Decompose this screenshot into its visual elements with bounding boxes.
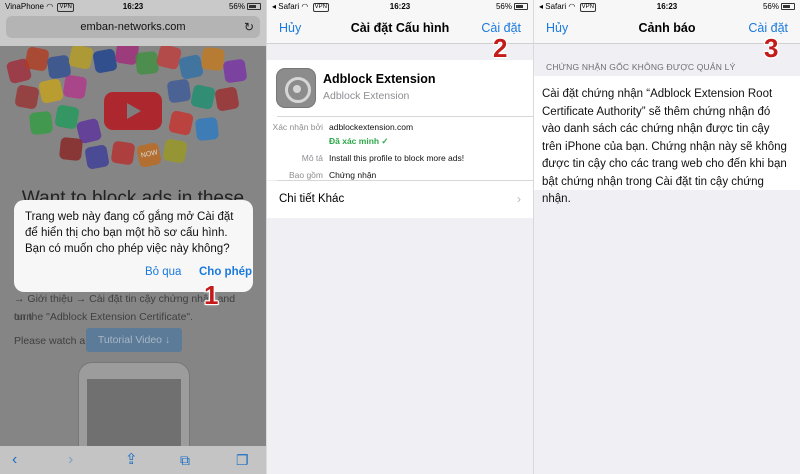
back-arrow-icon[interactable]: ‹	[12, 450, 17, 470]
share-icon[interactable]: ⇪	[125, 450, 138, 470]
tutorial-video-button[interactable]: Tutorial Video ↓	[86, 328, 182, 352]
battery-status: 56%	[763, 0, 795, 13]
reload-icon[interactable]: ↻	[244, 16, 254, 38]
youtube-logo	[104, 92, 162, 130]
safari-panel: VinaPhone ◠ VPN 16:23 56% emban-networks…	[0, 0, 266, 474]
watch-text: Please watch a	[14, 335, 86, 347]
signed-by-value: adblockextension.com	[329, 122, 414, 132]
url-text: emban-networks.com	[80, 21, 186, 33]
battery-icon	[514, 3, 528, 10]
profile-name: Adblock Extension	[323, 72, 436, 86]
warning-text: Cài đặt chứng nhận “Adblock Extension Ro…	[542, 88, 787, 205]
app-label-now: NOW	[140, 149, 159, 160]
battery-status: 56%	[229, 0, 261, 13]
bookmarks-icon[interactable]: ⧉	[180, 450, 190, 470]
tabs-icon[interactable]: ❐	[236, 450, 249, 470]
status-bar: ◂ Safari ◠ VPN 16:23 56%	[267, 0, 533, 13]
contains-value: Chứng nhận	[329, 170, 377, 180]
section-header: CHỨNG NHẬN GỐC KHÔNG ĐƯỢC QUẢN LÝ	[546, 62, 736, 72]
more-details-label: Chi tiết Khác	[279, 193, 345, 205]
profile-subtitle: Adblock Extension	[323, 90, 410, 102]
profile-card: Adblock Extension Adblock Extension Xác …	[267, 60, 533, 180]
battery-status: 56%	[496, 0, 528, 13]
signed-by-label: Xác nhận bởi	[272, 122, 323, 132]
status-time: 16:23	[389, 2, 411, 11]
warning-card: Cài đặt chứng nhận “Adblock Extension Ro…	[534, 76, 800, 205]
instruction-line-2: on the "Adblock Extension Certificate".	[14, 311, 194, 323]
status-bar: ◂ Safari ◠ VPN 16:23 56%	[534, 0, 800, 13]
battery-icon	[781, 3, 795, 10]
forward-arrow-icon[interactable]: ›	[68, 450, 73, 470]
status-bar: VinaPhone ◠ VPN 16:23 56%	[0, 0, 266, 13]
battery-icon	[247, 3, 261, 10]
install-profile-panel: ◂ Safari ◠ VPN 16:23 56% Hủy Cài đặt Cấu…	[267, 0, 533, 474]
address-bar[interactable]: emban-networks.com ↻	[6, 16, 260, 38]
description-value: Install this profile to block more ads!	[329, 153, 465, 163]
status-time: 16:23	[656, 2, 678, 11]
description-label: Mô tả	[301, 153, 323, 163]
separator	[277, 116, 533, 117]
app-icons-illustration: NOW	[0, 46, 266, 186]
warning-panel: ◂ Safari ◠ VPN 16:23 56% Hủy Cảnh báo Cà…	[534, 0, 800, 474]
safari-top-bar: VinaPhone ◠ VPN 16:23 56% emban-networks…	[0, 0, 266, 46]
verified-status: Đã xác minh ✓	[329, 136, 389, 146]
more-details-row[interactable]: Chi tiết Khác ›	[267, 181, 533, 218]
safari-toolbar: ‹ › ⇪ ⧉ ❐	[0, 446, 266, 474]
chevron-right-icon: ›	[517, 192, 521, 206]
allow-button[interactable]: Cho phép	[199, 266, 252, 278]
open-settings-dialog: Trang web này đang cố gắng mở Cài đặt để…	[14, 200, 253, 292]
step-number-3: 3	[764, 33, 779, 63]
settings-gear-icon	[276, 68, 316, 108]
status-time: 16:23	[122, 2, 144, 11]
dialog-message: Trang web này đang cố gắng mở Cài đặt để…	[25, 211, 234, 255]
nav-bar: Hủy Cảnh báo Cài đặt	[534, 13, 800, 44]
contains-label: Bao gồm	[288, 170, 323, 180]
step-number-1: 1	[204, 280, 219, 310]
ignore-button[interactable]: Bỏ qua	[145, 266, 181, 278]
